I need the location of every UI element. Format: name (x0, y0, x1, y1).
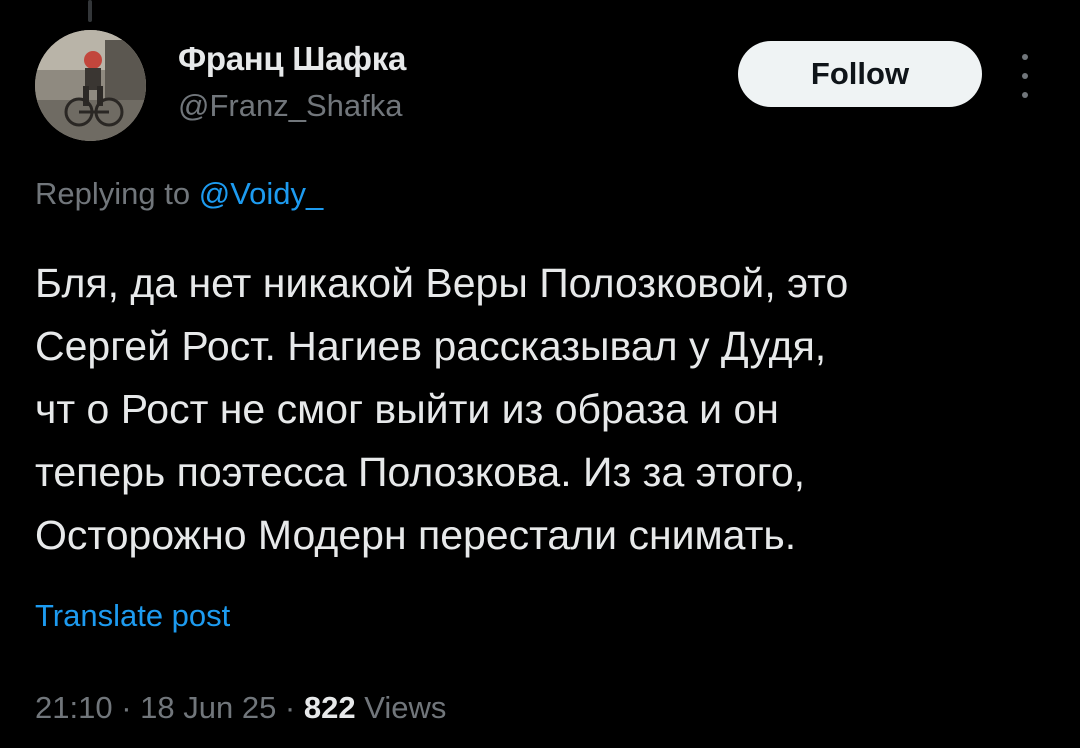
more-dot (1022, 73, 1028, 79)
views-label: Views (355, 690, 447, 725)
tweet-text-line: чт о Рост не смог выйти из образа и он (35, 386, 779, 432)
tweet-text: Бля, да нет никакой Веры Полозковой, это… (35, 252, 1055, 567)
tweet-meta: 21:10 · 18 Jun 25 · 822 Views (35, 690, 446, 726)
meta-separator: · (112, 690, 141, 725)
tweet-date[interactable]: 18 Jun 25 (140, 690, 276, 725)
tweet-text-line: Осторожно Модерн перестали снимать. (35, 512, 797, 558)
tweet-time[interactable]: 21:10 (35, 690, 113, 725)
meta-separator: · (276, 690, 304, 725)
follow-button[interactable]: Follow (738, 41, 982, 107)
more-options-icon[interactable] (1010, 54, 1040, 98)
avatar[interactable] (35, 30, 146, 141)
more-dot (1022, 92, 1028, 98)
author-name[interactable]: Франц Шафка (178, 40, 406, 78)
views-count[interactable]: 822 (304, 690, 356, 725)
translate-post-link[interactable]: Translate post (35, 598, 230, 634)
author-handle[interactable]: @Franz_Shafka (178, 88, 402, 124)
tweet-text-line: Бля, да нет никакой Веры Полозковой, это (35, 260, 849, 306)
replying-to-label: Replying to (35, 176, 199, 211)
avatar-photo (35, 30, 146, 141)
thread-connector-line (88, 0, 92, 22)
tweet-text-line: теперь поэтесса Полозкова. Из за этого, (35, 449, 806, 495)
replying-to: Replying to @Voidy_ (35, 176, 323, 212)
more-dot (1022, 54, 1028, 60)
reply-to-handle-link[interactable]: @Voidy_ (199, 176, 324, 211)
tweet-text-line: Сергей Рост. Нагиев рассказывал у Дудя, (35, 323, 827, 369)
